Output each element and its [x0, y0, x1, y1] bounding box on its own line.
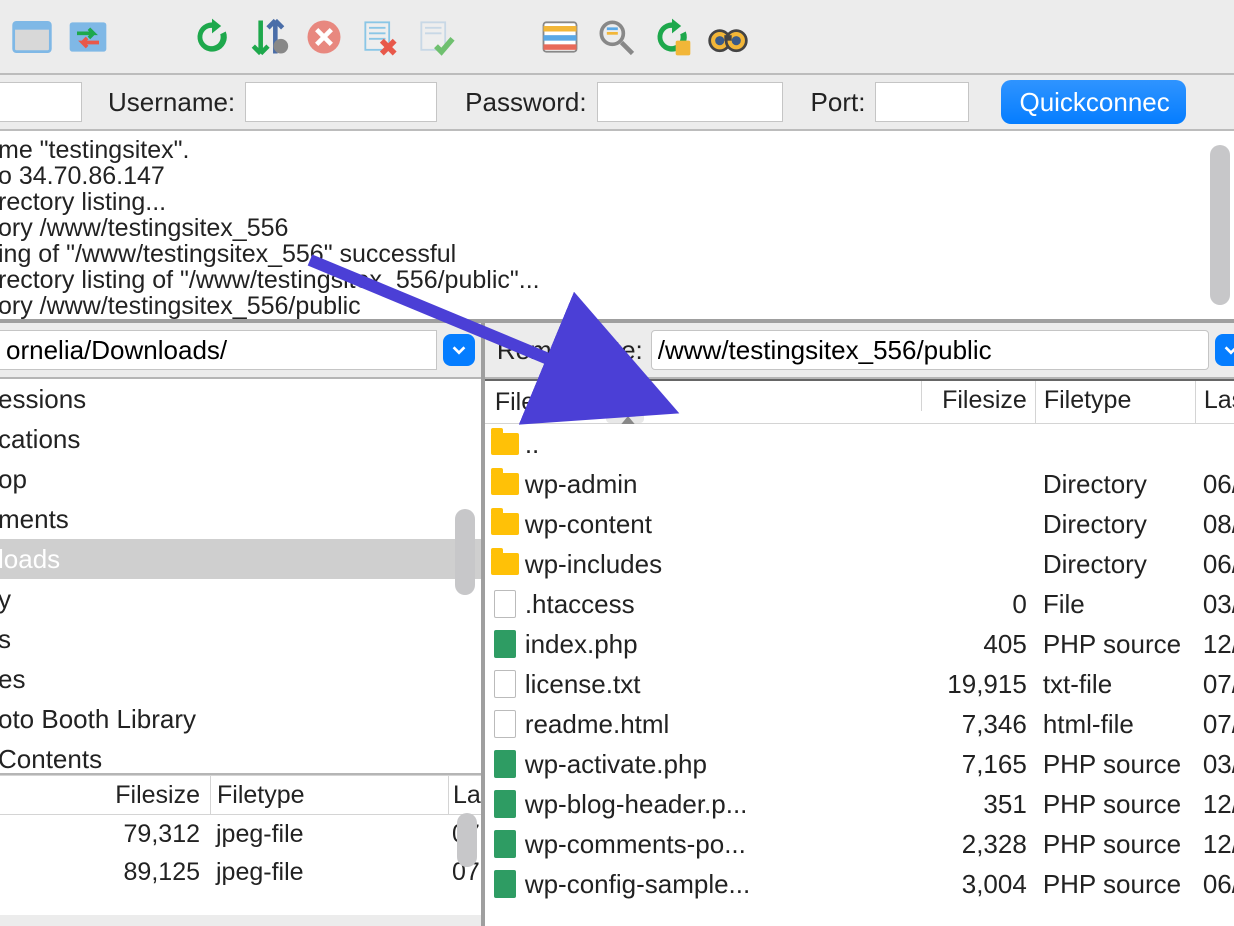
local-tree-item[interactable]: y — [0, 579, 481, 619]
folder-icon — [491, 433, 519, 455]
local-tree-item[interactable]: ments — [0, 499, 481, 539]
remote-path-dropdown[interactable] — [1215, 334, 1234, 366]
binoculars-button[interactable] — [704, 13, 752, 61]
remote-file-row[interactable]: readme.html7,346html-file07/ — [485, 704, 1234, 744]
local-file-row[interactable]: 79,312jpeg-file07 — [0, 815, 481, 853]
remote-file-row[interactable]: .. — [485, 424, 1234, 464]
local-col-modified[interactable]: La — [448, 776, 481, 814]
file-icon — [494, 710, 516, 738]
php-file-icon — [494, 750, 516, 778]
password-label: Password: — [465, 87, 586, 118]
local-directory-tree[interactable]: essionscationsopmentsloadsysesoto Booth … — [0, 379, 481, 775]
quick-connect-bar: Username: Password: Port: Quickconnec — [0, 75, 1234, 131]
password-input[interactable] — [597, 82, 783, 122]
log-line: o 34.70.86.147 — [0, 163, 1234, 189]
log-line: ory /www/testingsitex_556/public — [0, 293, 1234, 319]
remote-col-filename[interactable]: Filename — [485, 381, 921, 423]
remote-pane: Remote site: Filename Filesize Filetype … — [485, 323, 1234, 926]
cancel-button[interactable] — [300, 13, 348, 61]
remote-file-row[interactable]: wp-comments-po...2,328PHP source12/0 — [485, 824, 1234, 864]
log-line: ing of "/www/testingsitex_556" successfu… — [0, 241, 1234, 267]
php-file-icon — [494, 870, 516, 898]
remote-file-row[interactable]: wp-config-sample...3,004PHP source06/ — [485, 864, 1234, 904]
local-pane: essionscationsopmentsloadsysesoto Booth … — [0, 323, 485, 926]
local-tree-item[interactable]: es — [0, 659, 481, 699]
queue-remove-button[interactable] — [356, 13, 404, 61]
quickconnect-button[interactable]: Quickconnec — [1001, 80, 1185, 124]
log-line: rectory listing... — [0, 189, 1234, 215]
php-file-icon — [494, 630, 516, 658]
remote-site-label: Remote site: — [485, 335, 651, 366]
search-button[interactable] — [592, 13, 640, 61]
php-file-icon — [494, 790, 516, 818]
php-file-icon — [494, 830, 516, 858]
remote-col-filetype[interactable]: Filetype — [1036, 381, 1196, 423]
local-file-list[interactable]: Filesize Filetype La 79,312jpeg-file0789… — [0, 775, 481, 915]
file-icon — [494, 590, 516, 618]
remote-file-row[interactable]: index.php405PHP source12/0 — [485, 624, 1234, 664]
remote-file-row[interactable]: wp-adminDirectory06/ — [485, 464, 1234, 504]
local-col-filetype[interactable]: Filetype — [210, 776, 448, 814]
log-line: me "testingsitex". — [0, 137, 1234, 163]
transfer-toggle-button[interactable] — [64, 13, 112, 61]
compare-button[interactable] — [536, 13, 584, 61]
log-line: ory /www/testingsitex_556 — [0, 215, 1234, 241]
remote-file-row[interactable]: license.txt19,915txt-file07/ — [485, 664, 1234, 704]
log-scrollbar[interactable] — [1210, 145, 1230, 305]
refresh-button[interactable] — [188, 13, 236, 61]
remote-file-row[interactable]: wp-includesDirectory06/ — [485, 544, 1234, 584]
file-icon — [494, 670, 516, 698]
folder-icon — [491, 473, 519, 495]
message-log[interactable]: me "testingsitex".o 34.70.86.147rectory … — [0, 131, 1234, 323]
queue-ok-button[interactable] — [412, 13, 460, 61]
local-tree-item[interactable]: oto Booth Library — [0, 699, 481, 739]
local-col-filesize[interactable]: Filesize — [0, 776, 210, 814]
local-tree-item[interactable]: op — [0, 459, 481, 499]
local-tree-item[interactable]: s — [0, 619, 481, 659]
local-files-scrollbar[interactable] — [457, 813, 477, 867]
host-input[interactable] — [0, 82, 82, 122]
remote-file-row[interactable]: wp-contentDirectory08/ — [485, 504, 1234, 544]
local-path-dropdown[interactable] — [443, 334, 475, 366]
local-tree-item[interactable]: essions — [0, 379, 481, 419]
remote-path-input[interactable] — [651, 330, 1210, 370]
local-tree-item[interactable]: loads — [0, 539, 481, 579]
remote-file-row[interactable]: wp-blog-header.p...351PHP source12/0 — [485, 784, 1234, 824]
main-toolbar — [0, 0, 1234, 75]
local-tree-scrollbar[interactable] — [455, 509, 475, 595]
remote-column-headers: Filename Filesize Filetype Las — [485, 379, 1234, 424]
remote-file-row[interactable]: wp-activate.php7,165PHP source03/ — [485, 744, 1234, 784]
folder-icon — [491, 513, 519, 535]
local-tree-item[interactable]: cations — [0, 419, 481, 459]
local-file-row[interactable]: 89,125jpeg-file07 — [0, 853, 481, 891]
port-input[interactable] — [875, 82, 969, 122]
process-queue-button[interactable] — [244, 13, 292, 61]
remote-col-modified[interactable]: Las — [1196, 381, 1234, 423]
sync-button[interactable] — [648, 13, 696, 61]
site-manager-button[interactable] — [8, 13, 56, 61]
local-path-input[interactable] — [0, 330, 437, 370]
folder-icon — [491, 553, 519, 575]
port-label: Port: — [811, 87, 866, 118]
username-label: Username: — [108, 87, 235, 118]
local-tree-item[interactable]: Contents — [0, 739, 481, 775]
remote-file-row[interactable]: .htaccess0File03/ — [485, 584, 1234, 624]
remote-col-filesize[interactable]: Filesize — [922, 381, 1036, 423]
remote-file-list[interactable]: ..wp-adminDirectory06/wp-contentDirector… — [485, 424, 1234, 926]
sort-indicator-icon — [606, 381, 644, 423]
log-line: rectory listing of "/www/testingsitex_55… — [0, 267, 1234, 293]
username-input[interactable] — [245, 82, 437, 122]
